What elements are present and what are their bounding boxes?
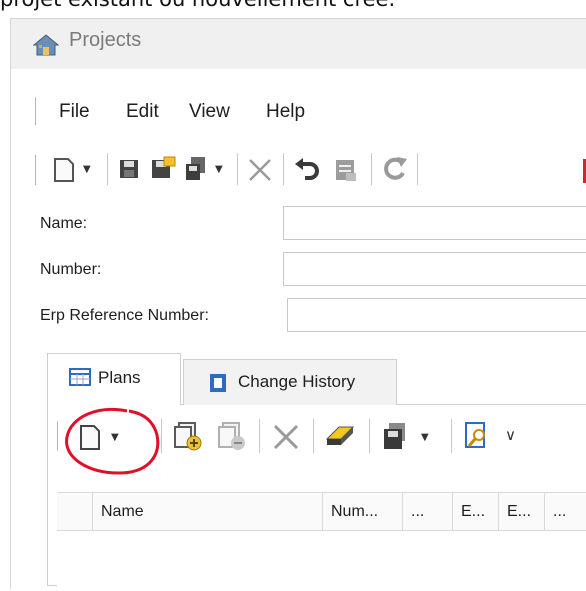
chevron-down-icon: ▼ <box>83 164 91 175</box>
delete-icon[interactable] <box>271 423 301 451</box>
toolbar-separator <box>417 153 418 185</box>
eraser-icon[interactable] <box>325 423 355 449</box>
menu-view[interactable]: View <box>189 101 230 123</box>
menu-grip <box>35 97 37 125</box>
copy-button[interactable]: ▼ <box>183 155 227 185</box>
toolbar-grip <box>35 155 37 185</box>
tab-plans-label: Plans <box>98 368 141 387</box>
app-house-icon <box>33 34 59 56</box>
chevron-down-icon: ∨ <box>505 426 516 444</box>
column-header[interactable]: E... <box>499 493 545 530</box>
report-icon[interactable] <box>333 157 359 183</box>
history-book-icon <box>210 374 226 392</box>
name-label: Name: <box>40 215 88 232</box>
copy-icon <box>186 157 205 180</box>
chevron-down-icon: ▼ <box>215 164 223 175</box>
grid-body[interactable] <box>57 531 586 591</box>
remove-item-icon[interactable] <box>217 421 247 451</box>
column-header[interactable]: ... <box>545 493 586 530</box>
toolbar-separator <box>451 419 452 453</box>
row-selector-header <box>57 493 93 530</box>
new-button[interactable]: ▼ <box>51 155 97 185</box>
erp-reference-label: Erp Reference Number: <box>40 307 209 324</box>
undo-icon[interactable] <box>293 155 321 183</box>
grid-icon <box>69 368 91 386</box>
red-circle-annotation <box>65 408 160 475</box>
layers-button[interactable]: ▼ <box>381 421 437 453</box>
grid-header: Name Num... ... E... E... ... <box>57 492 586 531</box>
column-header[interactable]: ... <box>403 493 453 530</box>
projects-window: Projects File Edit View Help ▼ ▼ Name: N… <box>10 18 586 591</box>
toolbar-separator <box>107 153 108 185</box>
title-bar: Projects <box>11 19 586 69</box>
tab-change-history[interactable]: Change History <box>183 359 397 405</box>
window-title: Projects <box>69 29 142 51</box>
search-button[interactable]: ∨ <box>463 421 586 453</box>
column-header-name[interactable]: Name <box>93 493 323 530</box>
toolbar-separator <box>371 153 372 185</box>
search-doc-icon <box>465 422 485 448</box>
erp-reference-field[interactable] <box>287 298 586 332</box>
chevron-down-icon: ▼ <box>421 432 429 443</box>
save-icon[interactable] <box>117 157 141 181</box>
toolbar-separator <box>313 419 314 453</box>
tab-plans[interactable]: Plans <box>47 353 181 405</box>
number-label: Number: <box>40 261 102 278</box>
menu-file[interactable]: File <box>59 101 90 123</box>
number-field[interactable] <box>283 252 586 286</box>
add-item-icon[interactable] <box>173 421 203 451</box>
refresh-icon[interactable] <box>381 155 409 183</box>
save-as-icon[interactable] <box>149 155 177 183</box>
column-header-number[interactable]: Num... <box>323 493 403 530</box>
name-field[interactable] <box>283 206 586 240</box>
toolbar-separator <box>283 153 284 185</box>
toolbar-separator <box>369 419 370 453</box>
layers-icon <box>384 423 405 449</box>
tab-change-history-label: Change History <box>238 372 356 391</box>
delete-icon[interactable] <box>247 157 273 183</box>
menu-help[interactable]: Help <box>266 101 305 123</box>
column-header[interactable]: E... <box>453 493 499 530</box>
toolbar-separator <box>259 419 260 453</box>
menu-edit[interactable]: Edit <box>126 101 159 123</box>
toolbar-separator <box>161 419 162 453</box>
caption-text: projet existant ou nouvellement créé. <box>0 0 395 11</box>
new-icon <box>54 158 74 182</box>
toolbar-separator <box>237 153 238 185</box>
